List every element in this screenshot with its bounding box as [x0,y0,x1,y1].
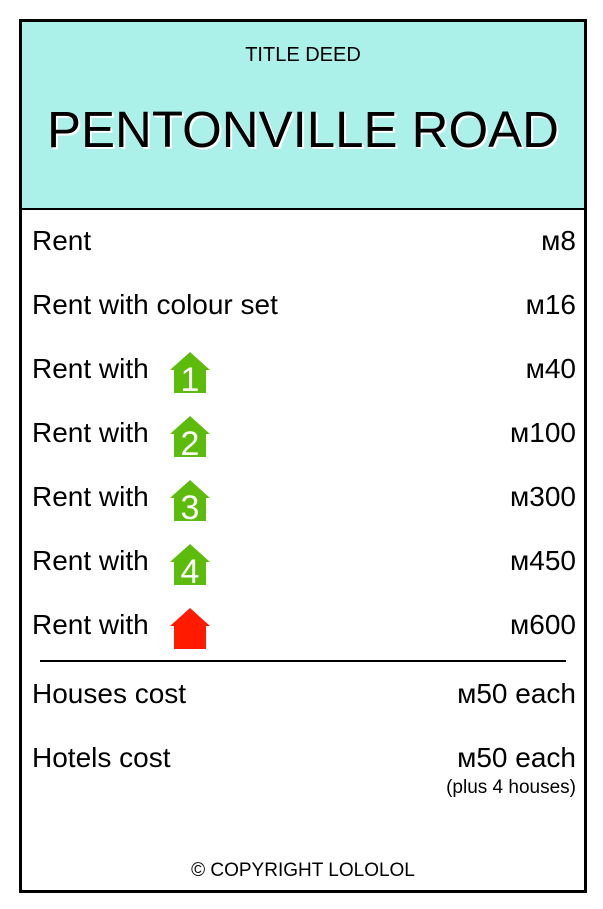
copyright-notice: © COPYRIGHT LOLOLOL [191,860,415,881]
rent-value: м300 [510,481,576,512]
houses-cost-label: Houses cost [32,678,187,709]
rent-row: Rent м8 [32,221,576,261]
rent-value: м100 [510,417,576,448]
house-1-icon: 1 [168,350,212,394]
rent-label: Rent with [32,481,149,512]
property-name: PENTONVILLE ROAD [46,101,560,158]
hotels-cost-note: (plus 4 houses) [446,777,576,798]
rent-value: м600 [510,609,576,640]
houses-cost-row: Houses cost м50 each [32,674,576,714]
rent-4-houses-row: Rent with 4 м450 [32,541,576,586]
divider [40,660,566,662]
rent-3-houses-row: Rent with 3 м300 [32,477,576,522]
svg-text:2: 2 [181,425,200,458]
hotels-cost-row: Hotels cost м50 each [32,738,576,778]
rent-label: Rent with colour set [32,289,278,320]
rent-label: Rent with [32,417,149,448]
svg-text:4: 4 [181,553,200,586]
rent-hotel-row: Rent with м600 [32,605,576,649]
house-4-icon: 4 [168,542,212,586]
hotels-cost-value: м50 each [457,742,576,773]
rent-label: Rent with [32,609,149,640]
svg-text:3: 3 [181,489,200,522]
title-deed-card: TITLE DEED PENTONVILLE ROAD Rent м8 Rent… [19,19,587,893]
houses-cost-value: м50 each [457,678,576,709]
rent-value: м450 [510,545,576,576]
deed-label: TITLE DEED [245,44,361,66]
rent-1-house-row: Rent with 1 м40 [32,349,576,394]
rent-label: Rent [32,225,92,256]
rent-2-houses-row: Rent with 2 м100 [32,413,576,458]
rent-value: м40 [525,353,576,384]
rent-colour-set-row: Rent with colour set м16 [32,285,576,325]
house-2-icon: 2 [168,414,212,458]
rent-value: м16 [525,289,576,320]
hotels-cost-label: Hotels cost [32,742,171,773]
svg-text:1: 1 [181,361,200,394]
house-3-icon: 3 [168,478,212,522]
card-header: TITLE DEED PENTONVILLE ROAD [22,22,584,210]
hotel-icon [168,606,212,650]
rent-value: м8 [541,225,576,256]
rent-label: Rent with [32,353,149,384]
rent-label: Rent with [32,545,149,576]
